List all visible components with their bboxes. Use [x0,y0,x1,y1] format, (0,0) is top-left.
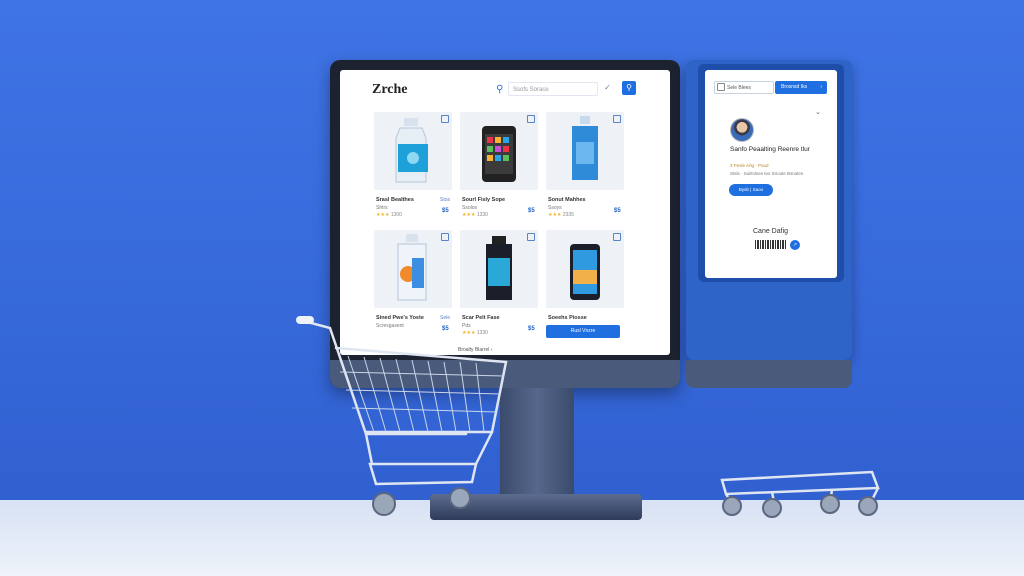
product-name[interactable]: Soeehs Piosse [548,315,587,321]
search-input[interactable]: Ssofs Sorace [508,82,598,96]
product-image[interactable] [374,230,452,308]
bottle-icon [395,118,428,183]
product-subtitle: Shtrs [376,205,388,211]
favorite-icon[interactable] [613,233,621,241]
store-screen: Zrche ⚲ Ssofs Sorace ✓ ⚲ Srasl Bealthes … [340,70,670,355]
cart-base-icon [720,470,880,518]
avatar[interactable] [730,118,754,142]
cart-handle [296,316,314,324]
product-card[interactable]: Srasl Bealthes Shtrs ★★★ 1300 Stos $5 [374,112,452,228]
product-image[interactable] [374,112,452,190]
product-image[interactable] [546,112,624,190]
bottle-icon [397,234,427,301]
product-image[interactable] [460,112,538,190]
favorite-icon[interactable] [441,115,449,123]
profile-description: Stsls · Soiitslnes tes Stroole Bsnolen [730,171,804,176]
bottle-icon [486,236,512,300]
favorite-icon[interactable] [527,115,535,123]
product-rating: ★★★ 2335 [548,212,574,218]
product-card[interactable]: Sonut Mahhes Ssoys ★★★ 2335 $5 [546,112,624,228]
product-price: $5 [528,208,535,214]
side-action-button[interactable]: Brosnsd Iks › [775,81,827,94]
arrow-right-icon: › [820,84,822,90]
barcode-icon [755,240,787,249]
microphone-icon[interactable]: ✓ [604,83,611,92]
profile-title: Sanfo Peaalting Reenre tlur [730,146,810,153]
product-label: Stos [440,197,451,203]
product-name[interactable]: Sonut Mahhes [548,197,586,203]
profile-cta-button[interactable]: Bysb | Saoo [729,184,773,196]
side-kiosk-base [686,360,852,388]
product-image[interactable] [546,230,624,308]
phone-icon [482,126,516,182]
favorite-icon[interactable] [441,233,449,241]
product-price: $5 [614,208,621,214]
store-logo[interactable]: Zrche [372,82,408,98]
favorite-icon[interactable] [527,233,535,241]
phone-icon [570,244,600,300]
profile-meta: 3 Pesle Arlg · Poud [730,163,769,168]
product-price: $5 [442,208,449,214]
product-rating: ★★★ 1300 [376,212,402,218]
product-subtitle: Ssolos [462,205,478,211]
square-icon [717,83,725,91]
product-price: $5 [528,326,535,332]
chevron-down-icon[interactable]: ⌄ [815,108,821,116]
product-name[interactable]: Sourl Fisly Sope [462,197,505,203]
code-label: Cane Dafig [753,228,789,235]
favorite-icon[interactable] [613,115,621,123]
shopping-cart-icon [296,316,508,516]
product-subtitle: Ssoys [548,205,562,211]
share-icon[interactable]: ↗ [790,240,800,250]
product-rating: ★★★ 1330 [462,212,488,218]
bottle-icon [572,116,598,180]
product-card[interactable]: Sourl Fisly Sope Ssolos ★★★ 1330 $5 [460,112,538,228]
search-button[interactable]: ⚲ [622,81,636,95]
product-image[interactable] [460,230,538,308]
add-to-cart-button[interactable]: Rusl Vnzre [546,325,620,338]
search-icon: ⚲ [496,84,504,95]
side-screen: Sele Blees Brosnsd Iks › ⌄ Sanfo Peaaltin… [705,70,837,278]
product-name[interactable]: Srasl Bealthes [376,197,414,203]
